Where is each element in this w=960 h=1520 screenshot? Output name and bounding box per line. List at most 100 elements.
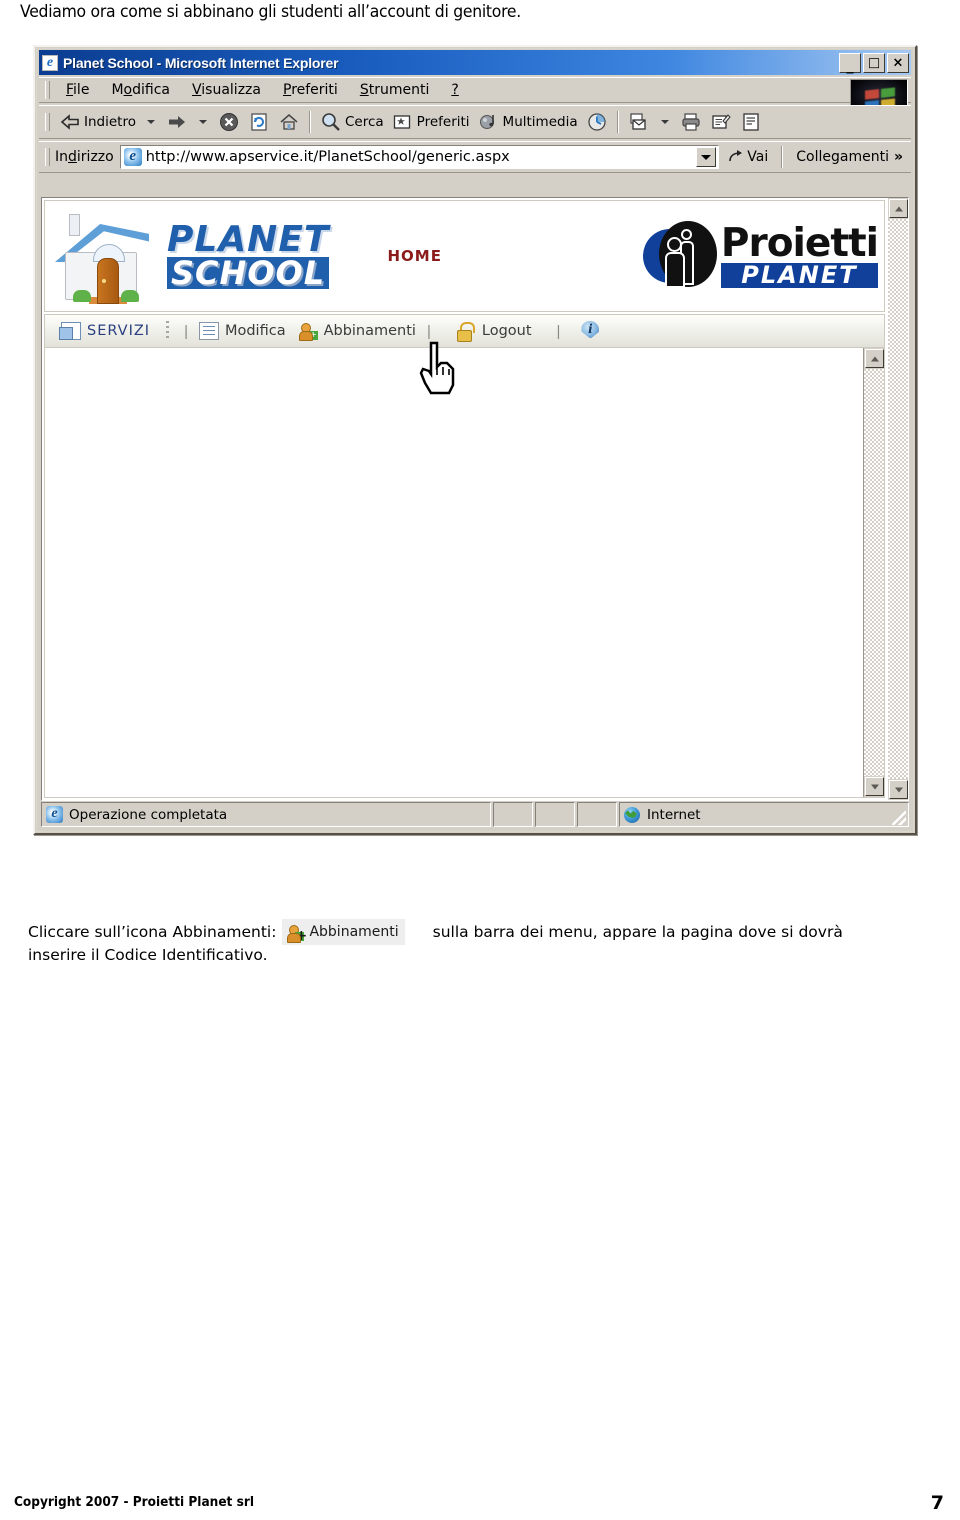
internet-explorer-window: Planet School - Microsoft Internet Explo…	[33, 45, 917, 835]
page-scroll-down-button[interactable]	[889, 780, 908, 799]
address-dropdown-button[interactable]	[696, 147, 717, 167]
minimize-icon: _	[846, 57, 854, 74]
menu-item-preferiti[interactable]: Preferiti	[272, 80, 349, 100]
go-button-label: Vai	[747, 149, 769, 165]
address-input[interactable]: http://www.apservice.it/PlanetSchool/gen…	[119, 145, 720, 169]
logo-line-planet: PLANET	[167, 219, 330, 260]
close-icon: ×	[892, 55, 904, 70]
history-button[interactable]	[582, 108, 612, 136]
nav-separator-3: |	[556, 322, 561, 340]
plus-badge-icon: +	[295, 927, 308, 944]
maximize-icon: □	[867, 55, 881, 70]
search-button-label: Cerca	[344, 114, 384, 130]
status-panel-1	[493, 802, 533, 827]
status-message-panel: Operazione completata	[41, 802, 491, 827]
caption-text-part3: inserire il Codice Identificativo.	[28, 945, 268, 964]
site-navigation-bar: SERVIZI | Modifica + Abbinamenti | Logou…	[44, 314, 885, 395]
resize-grip-icon[interactable]	[892, 811, 906, 825]
toolbar-grip-handle[interactable]	[45, 113, 50, 131]
nav-separator-1: |	[184, 322, 188, 340]
media-button-label: Multimedia	[502, 114, 578, 130]
status-zone-label: Internet	[647, 806, 701, 823]
page-scrollbar[interactable]	[887, 198, 908, 800]
page-content-blank	[44, 348, 885, 798]
footer-page-number: 7	[930, 1492, 944, 1514]
home-link[interactable]: HOME	[387, 247, 441, 265]
intro-paragraph: Vediamo ora come si abbinano gli student…	[20, 2, 521, 22]
inner-frame-scrollbar[interactable]	[863, 348, 884, 797]
caption-line-1: Cliccare sull’icona Abbinamenti: + Abbin…	[28, 915, 933, 945]
discuss-button[interactable]	[736, 108, 766, 136]
plus-badge-icon: +	[308, 330, 318, 340]
minimize-button[interactable]: _	[839, 52, 861, 74]
nav-item-servizi[interactable]: SERVIZI	[55, 322, 156, 340]
nav-item-abbinamenti[interactable]: + Abbinamenti	[292, 322, 422, 341]
back-button-label: Indietro	[84, 114, 136, 130]
home-button[interactable]	[274, 108, 304, 136]
mail-dropdown-icon[interactable]	[660, 120, 669, 124]
ie-document-icon	[42, 54, 58, 71]
links-overflow-icon: »	[893, 149, 903, 165]
search-icon	[320, 111, 342, 133]
nav-item-info[interactable]	[575, 321, 611, 341]
menu-item-strumenti[interactable]: Strumenti	[349, 80, 441, 100]
stop-button[interactable]	[214, 108, 244, 136]
menu-item-help[interactable]: ?	[440, 80, 469, 100]
pointing-hand-cursor	[417, 341, 459, 396]
print-button[interactable]	[676, 108, 706, 136]
stop-icon	[218, 111, 240, 133]
go-arrow-icon	[729, 150, 743, 162]
menu-item-visualizza[interactable]: Visualizza	[181, 80, 272, 100]
menu-grip-handle[interactable]	[45, 81, 50, 99]
favorites-button[interactable]: Preferiti	[388, 108, 474, 136]
inner-scroll-up-button[interactable]	[865, 349, 884, 368]
page-scroll-up-button[interactable]	[889, 199, 908, 218]
status-panel-2	[535, 802, 575, 827]
proietti-subtitle: PLANET	[720, 262, 878, 288]
nav-item-modifica-label: Modifica	[224, 323, 286, 339]
status-bar: Operazione completata Internet	[41, 802, 909, 827]
edit-button[interactable]	[706, 108, 736, 136]
forward-dropdown-icon[interactable]	[198, 120, 207, 124]
window-title: Planet School - Microsoft Internet Explo…	[63, 54, 339, 71]
caption-text-part2: sulla barra dei menu, appare la pagina d…	[432, 922, 843, 941]
media-button[interactable]: Multimedia	[474, 108, 582, 136]
ie-page-icon	[123, 148, 142, 166]
window-inner-frame: Planet School - Microsoft Internet Explo…	[36, 48, 914, 832]
planet-school-logo[interactable]: PLANET SCHOOL	[167, 219, 330, 289]
site-header: PLANET SCHOOL HOME Proietti PLANET	[44, 200, 885, 312]
address-grip-handle[interactable]	[45, 148, 50, 166]
go-button[interactable]: Vai	[719, 144, 776, 170]
inner-scroll-down-button[interactable]	[865, 777, 884, 796]
toolbar-separator	[308, 111, 311, 133]
house-icon	[51, 208, 161, 304]
globe-icon	[624, 806, 640, 823]
maximize-button[interactable]: □	[863, 52, 885, 73]
nav-item-modifica[interactable]: Modifica	[193, 322, 292, 340]
proietti-name: Proietti	[720, 220, 879, 266]
menu-item-file[interactable]: File	[55, 80, 100, 100]
browser-toolbar: Indietro Cerca Preferiti Multimedia	[39, 105, 911, 139]
mail-button[interactable]	[624, 108, 654, 136]
forward-button[interactable]	[162, 108, 192, 136]
abbinamenti-icon-chip: + Abbinamenti	[282, 919, 405, 945]
inner-scroll-track[interactable]	[864, 369, 884, 776]
links-button[interactable]: Collegamenti »	[788, 144, 911, 170]
page-scroll-track[interactable]	[888, 219, 908, 779]
back-button[interactable]: Indietro	[55, 108, 140, 136]
star-folder-icon	[392, 111, 414, 133]
close-button[interactable]: ×	[887, 52, 909, 73]
arrow-left-icon	[59, 111, 81, 133]
nav-item-logout-label: Logout	[481, 323, 532, 339]
refresh-button[interactable]	[244, 108, 274, 136]
nav-item-servizi-label: SERVIZI	[87, 323, 151, 339]
search-button[interactable]: Cerca	[316, 108, 388, 136]
refresh-icon	[248, 111, 270, 133]
menu-item-modifica[interactable]: Modifica	[100, 80, 181, 100]
user-add-icon: +	[286, 924, 308, 944]
back-dropdown-icon[interactable]	[146, 120, 155, 124]
nav-item-logout[interactable]: Logout	[450, 322, 538, 342]
arrow-right-icon	[166, 111, 188, 133]
address-url-value: http://www.apservice.it/PlanetSchool/gen…	[145, 149, 510, 165]
browser-content-area: PLANET SCHOOL HOME Proietti PLANET SERVI…	[41, 197, 909, 801]
